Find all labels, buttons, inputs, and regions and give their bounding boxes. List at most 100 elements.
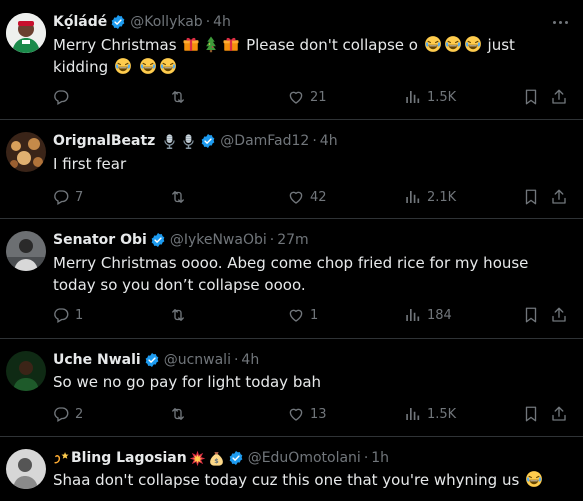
tweet-text: So we no go pay for light today bah [53, 373, 322, 391]
verified-badge-icon [200, 133, 216, 149]
views-icon [404, 88, 422, 106]
tweet-item[interactable]: OrignalBeatz @DamFad12 · 4h I first fear… [0, 120, 583, 219]
tweet-text: Merry Christmas Please don't collapse o … [53, 34, 567, 78]
verified-badge-icon [228, 450, 244, 466]
heart-icon [287, 88, 305, 106]
views-icon [404, 306, 422, 324]
views-button[interactable]: 1.5K [404, 85, 456, 109]
author-handle[interactable]: @Kollykab [130, 14, 202, 30]
avatar[interactable] [6, 13, 46, 53]
money-bag-emoji-icon [208, 450, 225, 467]
bookmark-icon [522, 88, 540, 106]
like-count: 1 [310, 307, 319, 323]
separator-dot: · [363, 450, 369, 466]
verified-badge-icon [144, 352, 160, 368]
retweet-button[interactable] [169, 402, 192, 426]
views-icon [404, 188, 422, 206]
views-button[interactable]: 1.5K [404, 402, 456, 426]
like-button[interactable]: 42 [287, 185, 327, 209]
tweet-text-part: Please don't collapse o [246, 36, 418, 54]
tweet-actions: 7 42 2.1K [44, 185, 573, 209]
author-handle[interactable]: @IykeNwaObi [170, 232, 267, 248]
share-icon [550, 306, 568, 324]
tweet-item[interactable]: Uche Nwali @ucnwali · 4h So we no go pay… [0, 339, 583, 437]
reply-count: 1 [75, 307, 84, 323]
laughing-emoji-icon [464, 35, 482, 53]
share-button[interactable] [550, 185, 568, 209]
dizzy-emoji-icon [53, 450, 70, 467]
bookmark-button[interactable] [522, 402, 540, 426]
like-button[interactable]: 13 [287, 402, 327, 426]
heart-icon [287, 188, 305, 206]
reply-button[interactable]: 7 [52, 185, 83, 209]
avatar[interactable] [6, 132, 46, 172]
reply-icon [52, 306, 70, 324]
tweet-text-part: Shaa don't collapse today cuz this one t… [53, 471, 520, 489]
gift-emoji-icon [222, 35, 240, 53]
reply-button[interactable] [52, 85, 75, 109]
more-options-icon[interactable] [549, 12, 571, 32]
laughing-emoji-icon [424, 35, 442, 53]
post-time[interactable]: 1h [371, 450, 389, 466]
gift-emoji-icon [182, 35, 200, 53]
bookmark-icon [522, 188, 540, 206]
share-button[interactable] [550, 402, 568, 426]
post-time[interactable]: 4h [241, 352, 259, 368]
views-button[interactable]: 2.1K [404, 185, 456, 209]
author-handle[interactable]: @DamFad12 [220, 133, 309, 149]
like-count: 21 [310, 89, 327, 105]
share-button[interactable] [550, 303, 568, 327]
tweet-item[interactable]: Kọ́ládé @Kollykab · 4h Merry Christmas P… [0, 0, 583, 120]
separator-dot: · [205, 14, 211, 30]
bookmark-icon [522, 306, 540, 324]
tweet-item[interactable]: Bling Lagosian @EduOmotolani · 1h Shaa d… [0, 437, 583, 501]
reply-icon [52, 405, 70, 423]
view-count: 184 [427, 307, 452, 323]
author-name[interactable]: Uche Nwali [53, 352, 141, 368]
bookmark-button[interactable] [522, 185, 540, 209]
post-time[interactable]: 4h [213, 14, 231, 30]
author-name[interactable]: OrignalBeatz [53, 133, 155, 149]
avatar[interactable] [6, 231, 46, 271]
author-handle[interactable]: @EduOmotolani [248, 450, 361, 466]
like-button[interactable]: 21 [287, 85, 327, 109]
retweet-button[interactable] [169, 85, 192, 109]
share-icon [550, 188, 568, 206]
author-name[interactable]: Senator Obi [53, 232, 147, 248]
heart-icon [287, 306, 305, 324]
christmas-tree-emoji-icon [202, 35, 220, 53]
microphone-emoji-icon [161, 133, 178, 150]
reply-button[interactable]: 1 [52, 303, 83, 327]
reply-count: 7 [75, 189, 84, 205]
laughing-emoji-icon [444, 35, 462, 53]
retweet-button[interactable] [169, 303, 192, 327]
verified-badge-icon [150, 232, 166, 248]
author-name[interactable]: Kọ́ládé [53, 14, 107, 30]
author-handle[interactable]: @ucnwali [164, 352, 231, 368]
avatar[interactable] [6, 351, 46, 391]
retweet-button[interactable] [169, 185, 192, 209]
separator-dot: · [312, 133, 317, 149]
heart-icon [287, 405, 305, 423]
author-name[interactable]: Bling Lagosian [71, 450, 187, 466]
laughing-emoji-icon [525, 470, 543, 488]
retweet-icon [169, 405, 187, 423]
views-icon [404, 405, 422, 423]
avatar[interactable] [6, 449, 46, 489]
tweet-item[interactable]: Senator Obi @IykeNwaObi · 27m Merry Chri… [0, 219, 583, 339]
post-time[interactable]: 27m [277, 232, 308, 248]
bookmark-button[interactable] [522, 303, 540, 327]
view-count: 1.5K [427, 89, 457, 105]
retweet-icon [169, 188, 187, 206]
tweet-feed: Kọ́ládé @Kollykab · 4h Merry Christmas P… [0, 0, 583, 501]
views-button[interactable]: 184 [404, 303, 452, 327]
tweet-actions: 2 13 1.5K [44, 402, 573, 426]
like-button[interactable]: 1 [287, 303, 318, 327]
bookmark-button[interactable] [522, 85, 540, 109]
reply-button[interactable]: 2 [52, 402, 83, 426]
like-count: 42 [310, 189, 327, 205]
post-time[interactable]: 4h [320, 133, 338, 149]
verified-badge-icon [110, 14, 126, 30]
view-count: 1.5K [427, 406, 457, 422]
share-button[interactable] [550, 85, 568, 109]
